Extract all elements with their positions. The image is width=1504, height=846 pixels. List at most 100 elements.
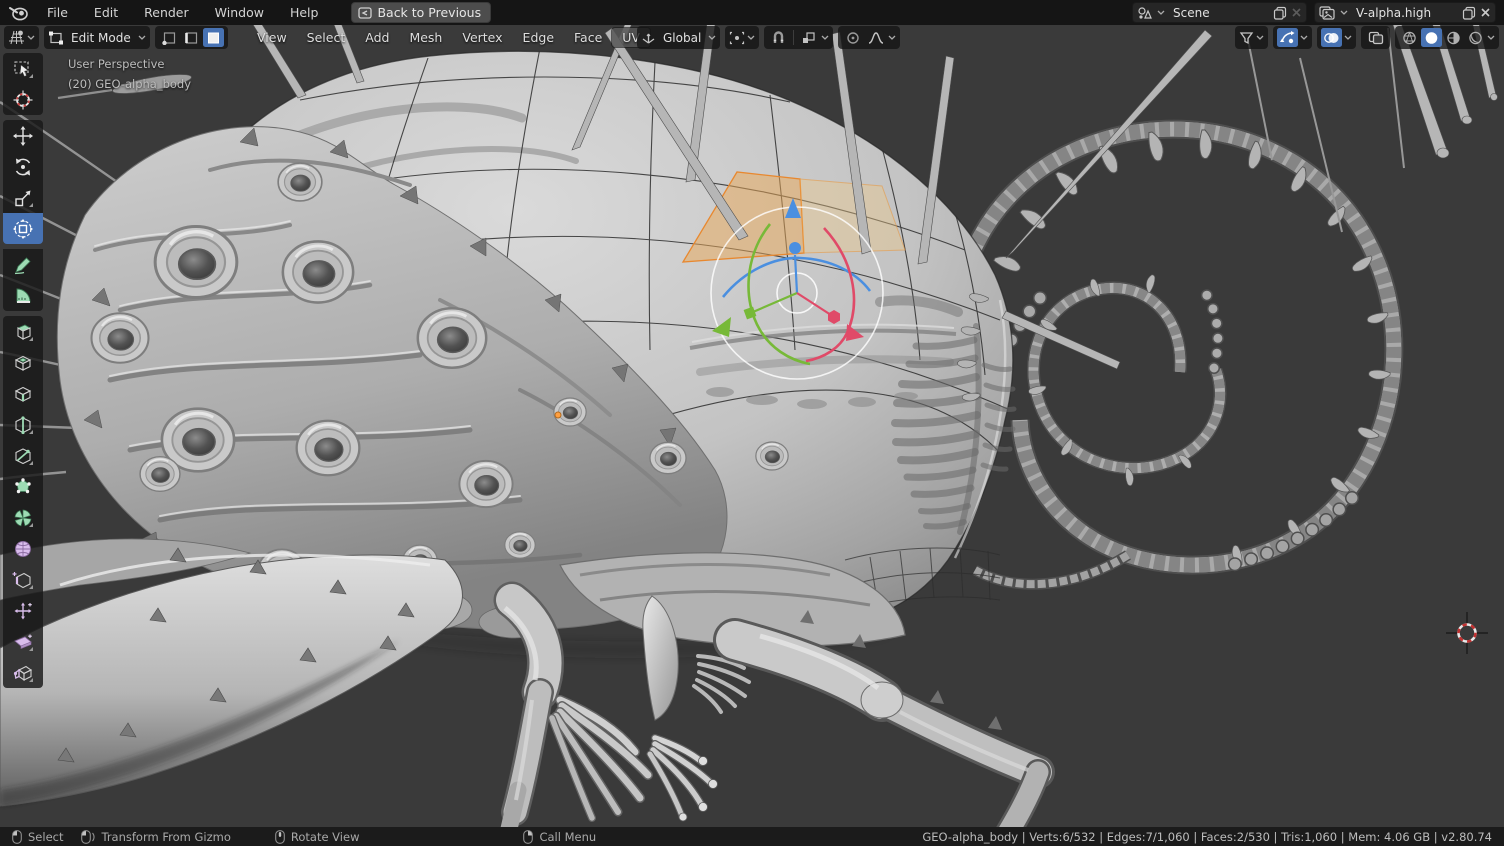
chevron-down-icon — [138, 35, 146, 40]
menu-edit[interactable]: Edit — [81, 0, 131, 25]
object-origin-marker — [555, 412, 561, 418]
chevron-down-icon — [821, 35, 829, 40]
editor-type-selector[interactable] — [4, 26, 39, 49]
scene-icon — [1137, 6, 1153, 20]
object-type-visibility[interactable] — [1235, 26, 1268, 49]
new-layer-icon[interactable] — [1462, 6, 1476, 20]
tool-rotate[interactable] — [3, 151, 43, 182]
mouse-right-icon — [523, 830, 533, 844]
chevron-down-icon — [1300, 35, 1308, 40]
tool-measure[interactable] — [3, 280, 43, 311]
magnet-icon — [771, 31, 786, 45]
chevron-down-icon — [1256, 35, 1264, 40]
tool-move[interactable] — [3, 120, 43, 151]
new-scene-icon[interactable] — [1273, 6, 1287, 20]
falloff-curve-icon — [868, 31, 884, 45]
transform-orientation-selector[interactable]: Global — [637, 26, 720, 49]
gizmos-controls — [1273, 26, 1312, 49]
show-overlays-toggle[interactable] — [1321, 28, 1342, 47]
tool-edge-slide[interactable] — [3, 564, 43, 595]
menu-file[interactable]: File — [34, 0, 81, 25]
menu-select[interactable]: Select — [297, 28, 356, 47]
snap-toggle-button[interactable] — [768, 28, 789, 47]
blender-logo-icon[interactable] — [9, 5, 28, 21]
tool-spin[interactable] — [3, 502, 43, 533]
tool-poly-build[interactable] — [3, 471, 43, 502]
xray-control — [1361, 26, 1390, 49]
gizmo-icon — [1280, 31, 1296, 45]
snap-controls — [764, 26, 833, 49]
chevron-down-icon — [1340, 10, 1348, 15]
tool-annotate[interactable] — [3, 249, 43, 280]
blender-window: User Perspective (20) GEO-alpha_body Fil… — [0, 0, 1504, 846]
tool-shelf — [3, 53, 45, 688]
tool-inset-faces[interactable] — [3, 347, 43, 378]
remove-layer-icon[interactable] — [1480, 7, 1491, 18]
menu-edge[interactable]: Edge — [513, 28, 564, 47]
face-select-mode-button[interactable] — [203, 28, 224, 47]
shading-wireframe-button[interactable] — [1399, 28, 1420, 47]
chevron-down-icon — [747, 35, 755, 40]
shading-rendered-button[interactable] — [1465, 28, 1486, 47]
viewport-perspective-label: User Perspective — [68, 57, 164, 71]
shading-material-button[interactable] — [1443, 28, 1464, 47]
show-gizmo-toggle[interactable] — [1277, 28, 1298, 47]
view-layer-selector[interactable]: V-alpha.high — [1314, 2, 1496, 23]
keymap-rotate-view: Rotate View — [275, 830, 360, 844]
xray-icon — [1368, 31, 1384, 45]
proportional-edit-controls — [838, 26, 900, 49]
edit-mode-icon — [48, 31, 64, 45]
menu-vertex[interactable]: Vertex — [452, 28, 512, 47]
snap-target-icon — [801, 31, 816, 45]
overlays-icon — [1324, 31, 1340, 45]
tool-knife[interactable] — [3, 440, 43, 471]
status-bar: Select Transform From Gizmo Rotate View … — [0, 827, 1504, 846]
shading-solid-button[interactable] — [1421, 28, 1442, 47]
viewport-shading-group — [1395, 26, 1499, 49]
tool-rip-region[interactable] — [3, 657, 43, 688]
xray-toggle[interactable] — [1365, 28, 1386, 47]
chevron-down-icon — [1487, 35, 1495, 40]
falloff-type-button[interactable] — [865, 28, 886, 47]
menu-face[interactable]: Face — [564, 28, 612, 47]
tool-shear[interactable] — [3, 626, 43, 657]
proportional-edit-toggle[interactable] — [842, 28, 863, 47]
tool-scale[interactable] — [3, 182, 43, 213]
tool-cursor[interactable] — [3, 84, 43, 115]
vertex-select-mode-button[interactable] — [159, 28, 180, 47]
menu-view[interactable]: View — [247, 28, 297, 47]
menu-render[interactable]: Render — [131, 0, 202, 25]
chevron-down-icon — [27, 35, 35, 40]
scene-selector[interactable]: Scene — [1132, 2, 1307, 23]
tool-loop-cut[interactable] — [3, 409, 43, 440]
chevron-down-icon — [1157, 10, 1165, 15]
menu-window[interactable]: Window — [202, 0, 277, 25]
menu-mesh[interactable]: Mesh — [399, 28, 452, 47]
keymap-select: Select — [12, 830, 63, 844]
menu-add[interactable]: Add — [355, 28, 399, 47]
view-layer-icon — [1319, 6, 1336, 20]
overlays-controls — [1317, 26, 1356, 49]
tool-select-box[interactable] — [3, 53, 43, 84]
chevron-down-icon — [708, 35, 716, 40]
select-mode-group — [155, 26, 228, 49]
snap-target-button[interactable] — [798, 28, 819, 47]
tool-transform[interactable] — [3, 213, 43, 244]
viewport-3d-scene[interactable] — [0, 25, 1504, 827]
tool-smooth[interactable] — [3, 533, 43, 564]
pivot-point-selector[interactable] — [725, 26, 759, 49]
back-screen-icon — [358, 7, 372, 19]
mode-selector[interactable]: Edit Mode — [44, 26, 150, 49]
tool-extrude-region[interactable] — [3, 316, 43, 347]
back-to-previous-button[interactable]: Back to Previous — [351, 2, 491, 23]
keymap-transform-gizmo: Transform From Gizmo — [81, 830, 230, 844]
mouse-middle-icon — [275, 830, 285, 844]
viewport-object-label: (20) GEO-alpha_body — [68, 77, 191, 91]
chevron-down-icon — [1344, 35, 1352, 40]
menu-help[interactable]: Help — [277, 0, 332, 25]
tool-shrink-fatten[interactable] — [3, 595, 43, 626]
scene-statistics: GEO-alpha_body | Verts:6/532 | Edges:7/1… — [922, 830, 1492, 844]
edge-select-mode-button[interactable] — [181, 28, 202, 47]
chevron-down-icon — [888, 35, 896, 40]
tool-bevel[interactable] — [3, 378, 43, 409]
